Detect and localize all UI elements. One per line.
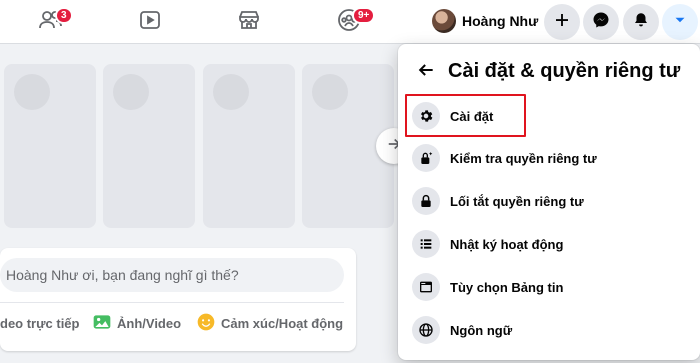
story-avatar	[14, 74, 50, 110]
menu-item-label: Lối tắt quyền riêng tư	[450, 193, 584, 209]
arrow-left-icon	[416, 60, 436, 85]
marketplace-nav-button[interactable]	[231, 6, 267, 38]
activity-log-icon	[412, 230, 440, 258]
back-button[interactable]	[410, 56, 442, 88]
story-avatar	[113, 74, 149, 110]
messenger-icon	[592, 11, 610, 34]
highlight-box	[405, 94, 526, 137]
marketplace-icon	[237, 8, 261, 37]
story-avatar	[312, 74, 348, 110]
news-feed-icon	[412, 273, 440, 301]
account-menu-button[interactable]	[662, 4, 698, 40]
lock-icon	[412, 187, 440, 215]
watch-icon	[138, 8, 162, 37]
menu-item-privacy-checkup[interactable]: Kiểm tra quyền riêng tư	[406, 138, 692, 178]
feeling-activity-button[interactable]: Cảm xúc/Hoạt động	[196, 310, 343, 336]
story-card[interactable]	[103, 64, 195, 228]
feeling-icon	[196, 312, 221, 335]
story-card[interactable]	[203, 64, 295, 228]
status-input[interactable]: Hoàng Như ơi, bạn đang nghĩ gì thế?	[0, 258, 344, 292]
menu-item-label: Kiểm tra quyền riêng tư	[450, 150, 597, 166]
avatar	[432, 9, 456, 33]
live-video-button[interactable]: deo trực tiếp	[0, 310, 79, 336]
composer-action-label: Ảnh/Video	[117, 315, 182, 331]
profile-name: Hoàng Như	[462, 13, 539, 29]
groups-nav-button[interactable]: 9+	[331, 6, 376, 38]
bell-icon	[632, 11, 650, 34]
menu-header: Cài đặt & quyền riêng tư	[398, 54, 700, 90]
post-composer: Hoàng Như ơi, bạn đang nghĩ gì thế? deo …	[0, 248, 356, 351]
composer-action-label: deo trực tiếp	[0, 315, 80, 331]
watch-nav-button[interactable]	[132, 6, 168, 38]
menu-item-label: Tùy chọn Bảng tin	[450, 279, 564, 295]
messenger-button[interactable]	[583, 4, 619, 40]
friends-nav-button[interactable]: 3	[32, 6, 73, 38]
menu-item-activity-log[interactable]: Nhật ký hoạt động	[406, 224, 692, 264]
settings-privacy-menu: Cài đặt & quyền riêng tư Cài đặt Kiểm tr…	[398, 44, 700, 360]
friends-badge: 3	[55, 7, 73, 24]
menu-item-label: Nhật ký hoạt động	[450, 236, 564, 252]
top-navbar: 3 9+ Hoàng Như	[0, 0, 700, 44]
globe-icon	[412, 316, 440, 344]
divider	[0, 302, 344, 303]
create-button[interactable]	[544, 4, 580, 40]
menu-item-language[interactable]: Ngôn ngữ	[406, 310, 692, 350]
notifications-button[interactable]	[623, 4, 659, 40]
menu-item-label: Ngôn ngữ	[450, 322, 513, 338]
photo-icon	[92, 312, 117, 335]
story-avatar	[213, 74, 249, 110]
profile-button[interactable]: Hoàng Như	[428, 5, 546, 37]
photo-video-button[interactable]: Ảnh/Video	[92, 310, 181, 336]
menu-item-privacy-shortcuts[interactable]: Lối tắt quyền riêng tư	[406, 181, 692, 221]
story-card[interactable]	[4, 64, 96, 228]
privacy-checkup-icon	[412, 144, 440, 172]
groups-badge: 9+	[352, 7, 376, 24]
menu-item-news-feed-preferences[interactable]: Tùy chọn Bảng tin	[406, 267, 692, 307]
caret-down-icon	[671, 11, 689, 34]
composer-action-label: Cảm xúc/Hoạt động	[221, 315, 344, 331]
menu-title: Cài đặt & quyền riêng tư	[448, 60, 681, 82]
plus-icon	[553, 11, 571, 34]
